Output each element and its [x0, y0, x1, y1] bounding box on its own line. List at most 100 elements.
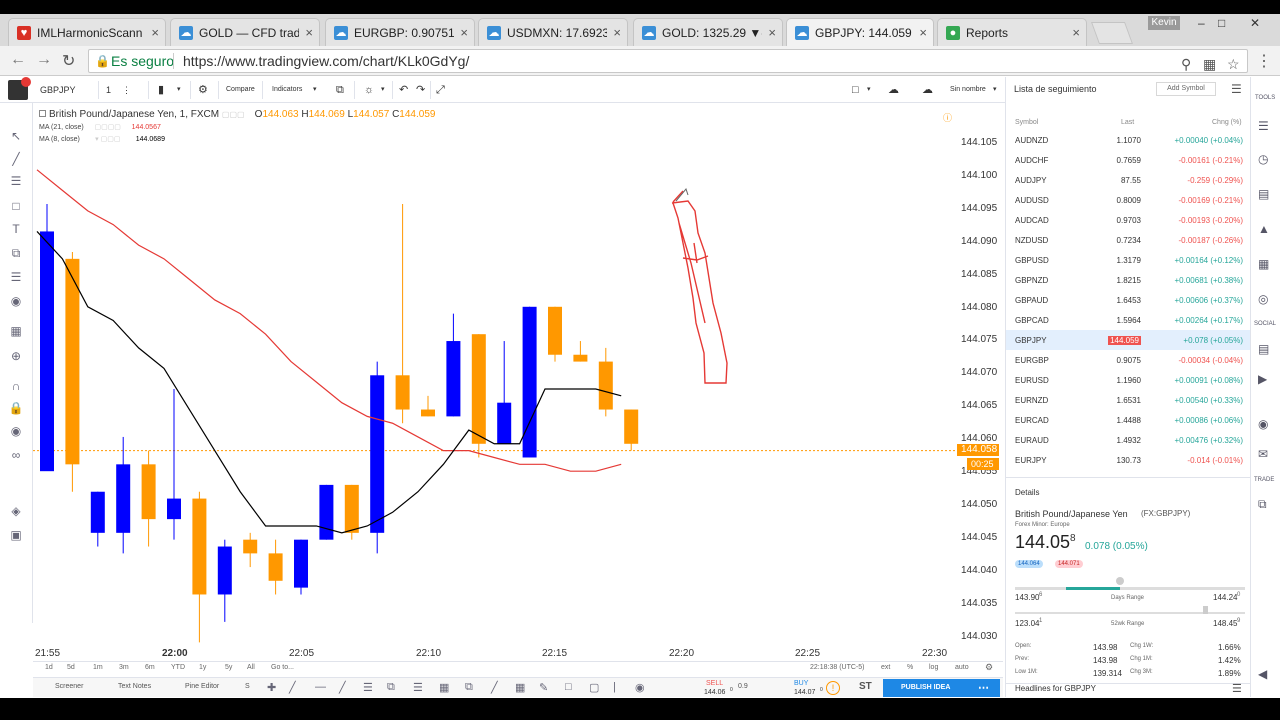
- zoom-in-icon[interactable]: ⊕: [8, 348, 24, 364]
- candle[interactable]: [548, 306, 562, 362]
- ma8-legend[interactable]: MA (8, close) ▾ ▢▢▢ 144.0689: [39, 135, 165, 143]
- log-toggle[interactable]: log: [929, 664, 938, 671]
- headlines-bar[interactable]: Headlines for GBPJPY ☰: [1006, 683, 1251, 697]
- fib-icon[interactable]: ☰: [8, 173, 24, 189]
- col-chg[interactable]: Chng (%): [1212, 119, 1242, 126]
- candle[interactable]: [192, 491, 207, 643]
- candle[interactable]: [522, 306, 537, 458]
- maximize-icon[interactable]: □: [1218, 16, 1225, 30]
- line-tool-icon[interactable]: ╱: [289, 681, 296, 694]
- watchlist-row[interactable]: GBPJPY 144.059 +0.078 (+0.05%): [1006, 330, 1251, 350]
- candle[interactable]: [573, 341, 588, 362]
- range-0[interactable]: 1d: [45, 664, 53, 671]
- close-window-icon[interactable]: ✕: [1250, 16, 1260, 30]
- browser-tab[interactable]: ☁ GOLD: 1325.29 ▼- ×: [633, 18, 783, 46]
- range-4[interactable]: 6m: [145, 664, 155, 671]
- layout-name-dropdown-icon[interactable]: ▾: [993, 81, 997, 99]
- eye-icon[interactable]: ◉: [8, 423, 24, 439]
- price-axis[interactable]: 144.105 144.100 144.095 144.090 144.085 144.0…: [955, 103, 1005, 658]
- chat-icon[interactable]: ▤: [1258, 342, 1269, 356]
- settings-gear-icon[interactable]: ⚙: [198, 81, 208, 99]
- watchlist-row[interactable]: EURNZD 1.6531 +0.00540 (+0.33%): [1006, 390, 1251, 410]
- close-tab-icon[interactable]: ×: [151, 25, 159, 40]
- interval-select[interactable]: 1: [106, 81, 111, 99]
- tab-text-notes[interactable]: Text Notes: [118, 683, 151, 690]
- new-tab-button[interactable]: [1090, 22, 1134, 44]
- channel-icon[interactable]: ☰: [363, 681, 373, 694]
- warning-icon[interactable]: !: [826, 681, 840, 695]
- candle[interactable]: [268, 539, 283, 595]
- candle[interactable]: [294, 539, 308, 595]
- candle[interactable]: [141, 450, 156, 547]
- watchlist-row[interactable]: GBPCAD 1.5964 +0.00264 (+0.17%): [1006, 310, 1251, 330]
- range-7[interactable]: 5y: [225, 664, 232, 671]
- ma21-actions-icon[interactable]: ▢▢▢▢: [86, 123, 130, 131]
- more-dots-icon[interactable]: ⋯: [978, 679, 989, 697]
- ma8-actions-icon[interactable]: ▾ ▢▢▢: [82, 135, 134, 143]
- watchlist-row[interactable]: AUDJPY 87.55 -0.259 (-0.29%): [1006, 170, 1251, 190]
- layout-dropdown-icon[interactable]: ▾: [867, 81, 871, 99]
- back-icon[interactable]: ←: [10, 51, 26, 69]
- cloud-icon[interactable]: ☁: [922, 81, 933, 99]
- range-1[interactable]: 5d: [67, 664, 75, 671]
- close-tab-icon[interactable]: ×: [460, 25, 468, 40]
- close-tab-icon[interactable]: ×: [919, 25, 927, 40]
- close-tab-icon[interactable]: ×: [305, 25, 313, 40]
- candle[interactable]: [90, 491, 105, 547]
- candle[interactable]: [471, 334, 486, 458]
- trash-icon[interactable]: ▣: [8, 527, 24, 543]
- symbol-search[interactable]: GBPJPY: [40, 81, 100, 99]
- details-header[interactable]: Details: [1015, 488, 1039, 497]
- hotlist-icon[interactable]: ▲: [1258, 222, 1270, 236]
- col-symbol[interactable]: Symbol: [1015, 119, 1038, 126]
- candle[interactable]: [217, 539, 232, 622]
- watchlist-row[interactable]: EURUSD 1.1960 +0.00091 (+0.08%): [1006, 370, 1251, 390]
- watchlist-row[interactable]: GBPUSD 1.3179 +0.00164 (+0.12%): [1006, 250, 1251, 270]
- redo-icon[interactable]: ↷: [416, 81, 425, 99]
- candle[interactable]: [370, 361, 385, 554]
- percent-toggle[interactable]: %: [907, 664, 913, 671]
- watchlist-icon[interactable]: ☰: [1258, 119, 1269, 133]
- alarm-clock-icon[interactable]: ◷: [1258, 152, 1268, 166]
- alert-dropdown-icon[interactable]: ▾: [381, 81, 385, 99]
- tab-pine-editor[interactable]: Pine Editor: [185, 683, 219, 690]
- candle[interactable]: [167, 388, 181, 540]
- candle[interactable]: [243, 532, 258, 568]
- info-icon[interactable]: ⓘ: [943, 111, 952, 124]
- headlines-menu-icon[interactable]: ☰: [1232, 682, 1242, 695]
- browser-tab[interactable]: ♥ IMLHarmonicScann ×: [8, 18, 166, 46]
- candle[interactable]: [40, 204, 54, 472]
- pitchfork-icon[interactable]: ⧉: [387, 681, 395, 694]
- data-window-icon[interactable]: ▤: [1258, 187, 1269, 201]
- ideas-icon[interactable]: ◎: [1258, 292, 1268, 306]
- tab-strategy[interactable]: S: [245, 683, 250, 690]
- hand-drawn-annotation[interactable]: [671, 190, 728, 384]
- chart-settings-icon[interactable]: ⚙: [985, 662, 993, 673]
- browser-tab[interactable]: ☁ USDMXN: 17.6923 ×: [478, 18, 628, 46]
- expand-icon[interactable]: ◀: [1258, 667, 1267, 681]
- candle[interactable]: [421, 395, 435, 417]
- close-tab-icon[interactable]: ×: [613, 25, 621, 40]
- trading-panel-icon[interactable]: ⧉: [1258, 497, 1267, 512]
- browser-tab[interactable]: ☁ GBPJPY: 144.059 ▲ ×: [786, 18, 934, 46]
- watchlist-row[interactable]: AUDNZD 1.1070 +0.00040 (+0.04%): [1006, 130, 1251, 150]
- crosshair-icon[interactable]: ✚: [267, 681, 276, 694]
- watchlist-row[interactable]: EURCAD 1.4488 +0.00086 (+0.06%): [1006, 410, 1251, 430]
- magnet-icon[interactable]: ∩: [8, 378, 24, 394]
- brush-icon[interactable]: ✎: [539, 681, 548, 694]
- range-5[interactable]: YTD: [171, 664, 185, 671]
- time-axis[interactable]: 21:55 22:00 22:05 22:10 22:15 22:20 22:25 22:30: [33, 644, 955, 662]
- browser-tab[interactable]: ● Reports ×: [937, 18, 1087, 46]
- messages-icon[interactable]: ✉: [1258, 447, 1268, 461]
- translate-icon[interactable]: ▦: [1203, 53, 1216, 75]
- collapse-legend-icon[interactable]: [39, 110, 46, 117]
- menu-icon[interactable]: ⋮: [1256, 51, 1272, 71]
- templates-icon[interactable]: ⧉: [336, 81, 344, 99]
- layers-icon[interactable]: ◈: [8, 503, 24, 519]
- clock[interactable]: 22:18:38 (UTC-5): [810, 664, 864, 671]
- strategy-tester-button[interactable]: ST: [859, 681, 872, 692]
- watchlist-row[interactable]: NZDUSD 0.7234 -0.00187 (-0.26%): [1006, 230, 1251, 250]
- watchlist-row[interactable]: AUDCHF 0.7659 -0.00161 (-0.21%): [1006, 150, 1251, 170]
- range-2[interactable]: 1m: [93, 664, 103, 671]
- watchlist-row[interactable]: EURAUD 1.4932 +0.00476 (+0.32%): [1006, 430, 1251, 450]
